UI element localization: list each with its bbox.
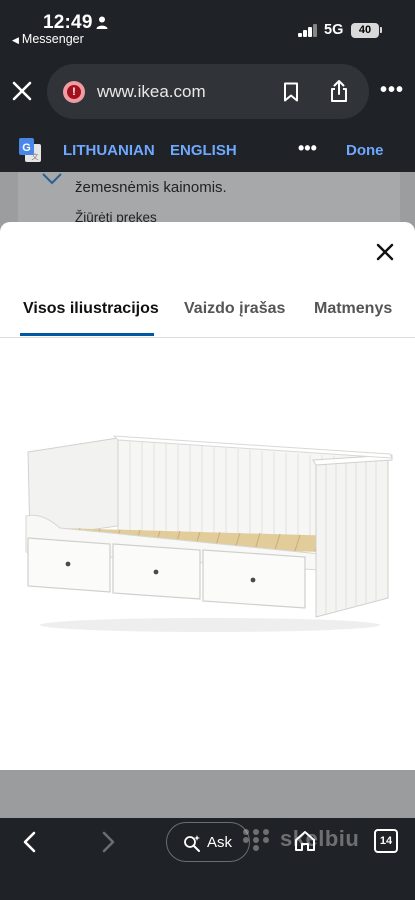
watermark-text: skelbiu: [280, 826, 360, 851]
site-alert-icon[interactable]: !: [63, 81, 85, 103]
tab-dimensions[interactable]: Matmenys: [314, 300, 392, 318]
share-icon[interactable]: [329, 79, 349, 103]
url-text[interactable]: www.ikea.com: [97, 82, 206, 102]
google-translate-icon[interactable]: G 文: [18, 137, 42, 163]
tabs-icon[interactable]: 14: [374, 829, 398, 853]
sparkle-search-icon: [184, 835, 200, 852]
forward-icon[interactable]: [100, 830, 118, 854]
back-icon[interactable]: [20, 830, 38, 854]
back-to-app-link[interactable]: ◀ Messenger: [12, 32, 84, 46]
translate-done-button[interactable]: Done: [346, 142, 384, 159]
home-icon[interactable]: [293, 829, 317, 853]
tab-all-illustrations[interactable]: Visos iliustracijos: [23, 300, 159, 318]
svg-text:文: 文: [32, 152, 39, 161]
person-icon: [96, 16, 108, 29]
active-tab-indicator: [20, 333, 154, 336]
translate-more-icon[interactable]: •••: [298, 138, 317, 159]
signal-icon: [298, 24, 318, 37]
bookmark-icon[interactable]: [283, 82, 299, 102]
back-app-label: Messenger: [21, 32, 84, 46]
checkmark-icon: [42, 173, 62, 185]
back-triangle-icon: ◀: [12, 35, 19, 45]
tab-video[interactable]: Vaizdo įrašas: [184, 300, 285, 318]
ask-label: Ask: [207, 834, 233, 851]
background-text: žemesnėmis kainomis.: [75, 179, 227, 196]
background-page-lower: [0, 770, 415, 818]
address-bar[interactable]: ! www.ikea.com: [47, 64, 369, 119]
status-bar: 12:49 ◀ Messenger 5G 40: [0, 0, 415, 56]
target-language-tab[interactable]: ENGLISH: [170, 142, 237, 159]
battery-icon: 40: [351, 23, 379, 38]
network-type: 5G: [324, 22, 344, 38]
product-image[interactable]: [20, 420, 395, 655]
more-icon[interactable]: •••: [380, 79, 404, 102]
modal-close-icon[interactable]: [376, 243, 394, 261]
source-language-tab[interactable]: LITHUANIAN: [63, 142, 155, 159]
watermark-logo-icon: [243, 829, 269, 851]
close-icon[interactable]: [10, 79, 34, 103]
ask-button[interactable]: Ask: [166, 822, 250, 862]
battery-tip: [380, 27, 382, 33]
status-time: 12:49: [43, 12, 93, 33]
svg-text:G: G: [22, 142, 31, 154]
